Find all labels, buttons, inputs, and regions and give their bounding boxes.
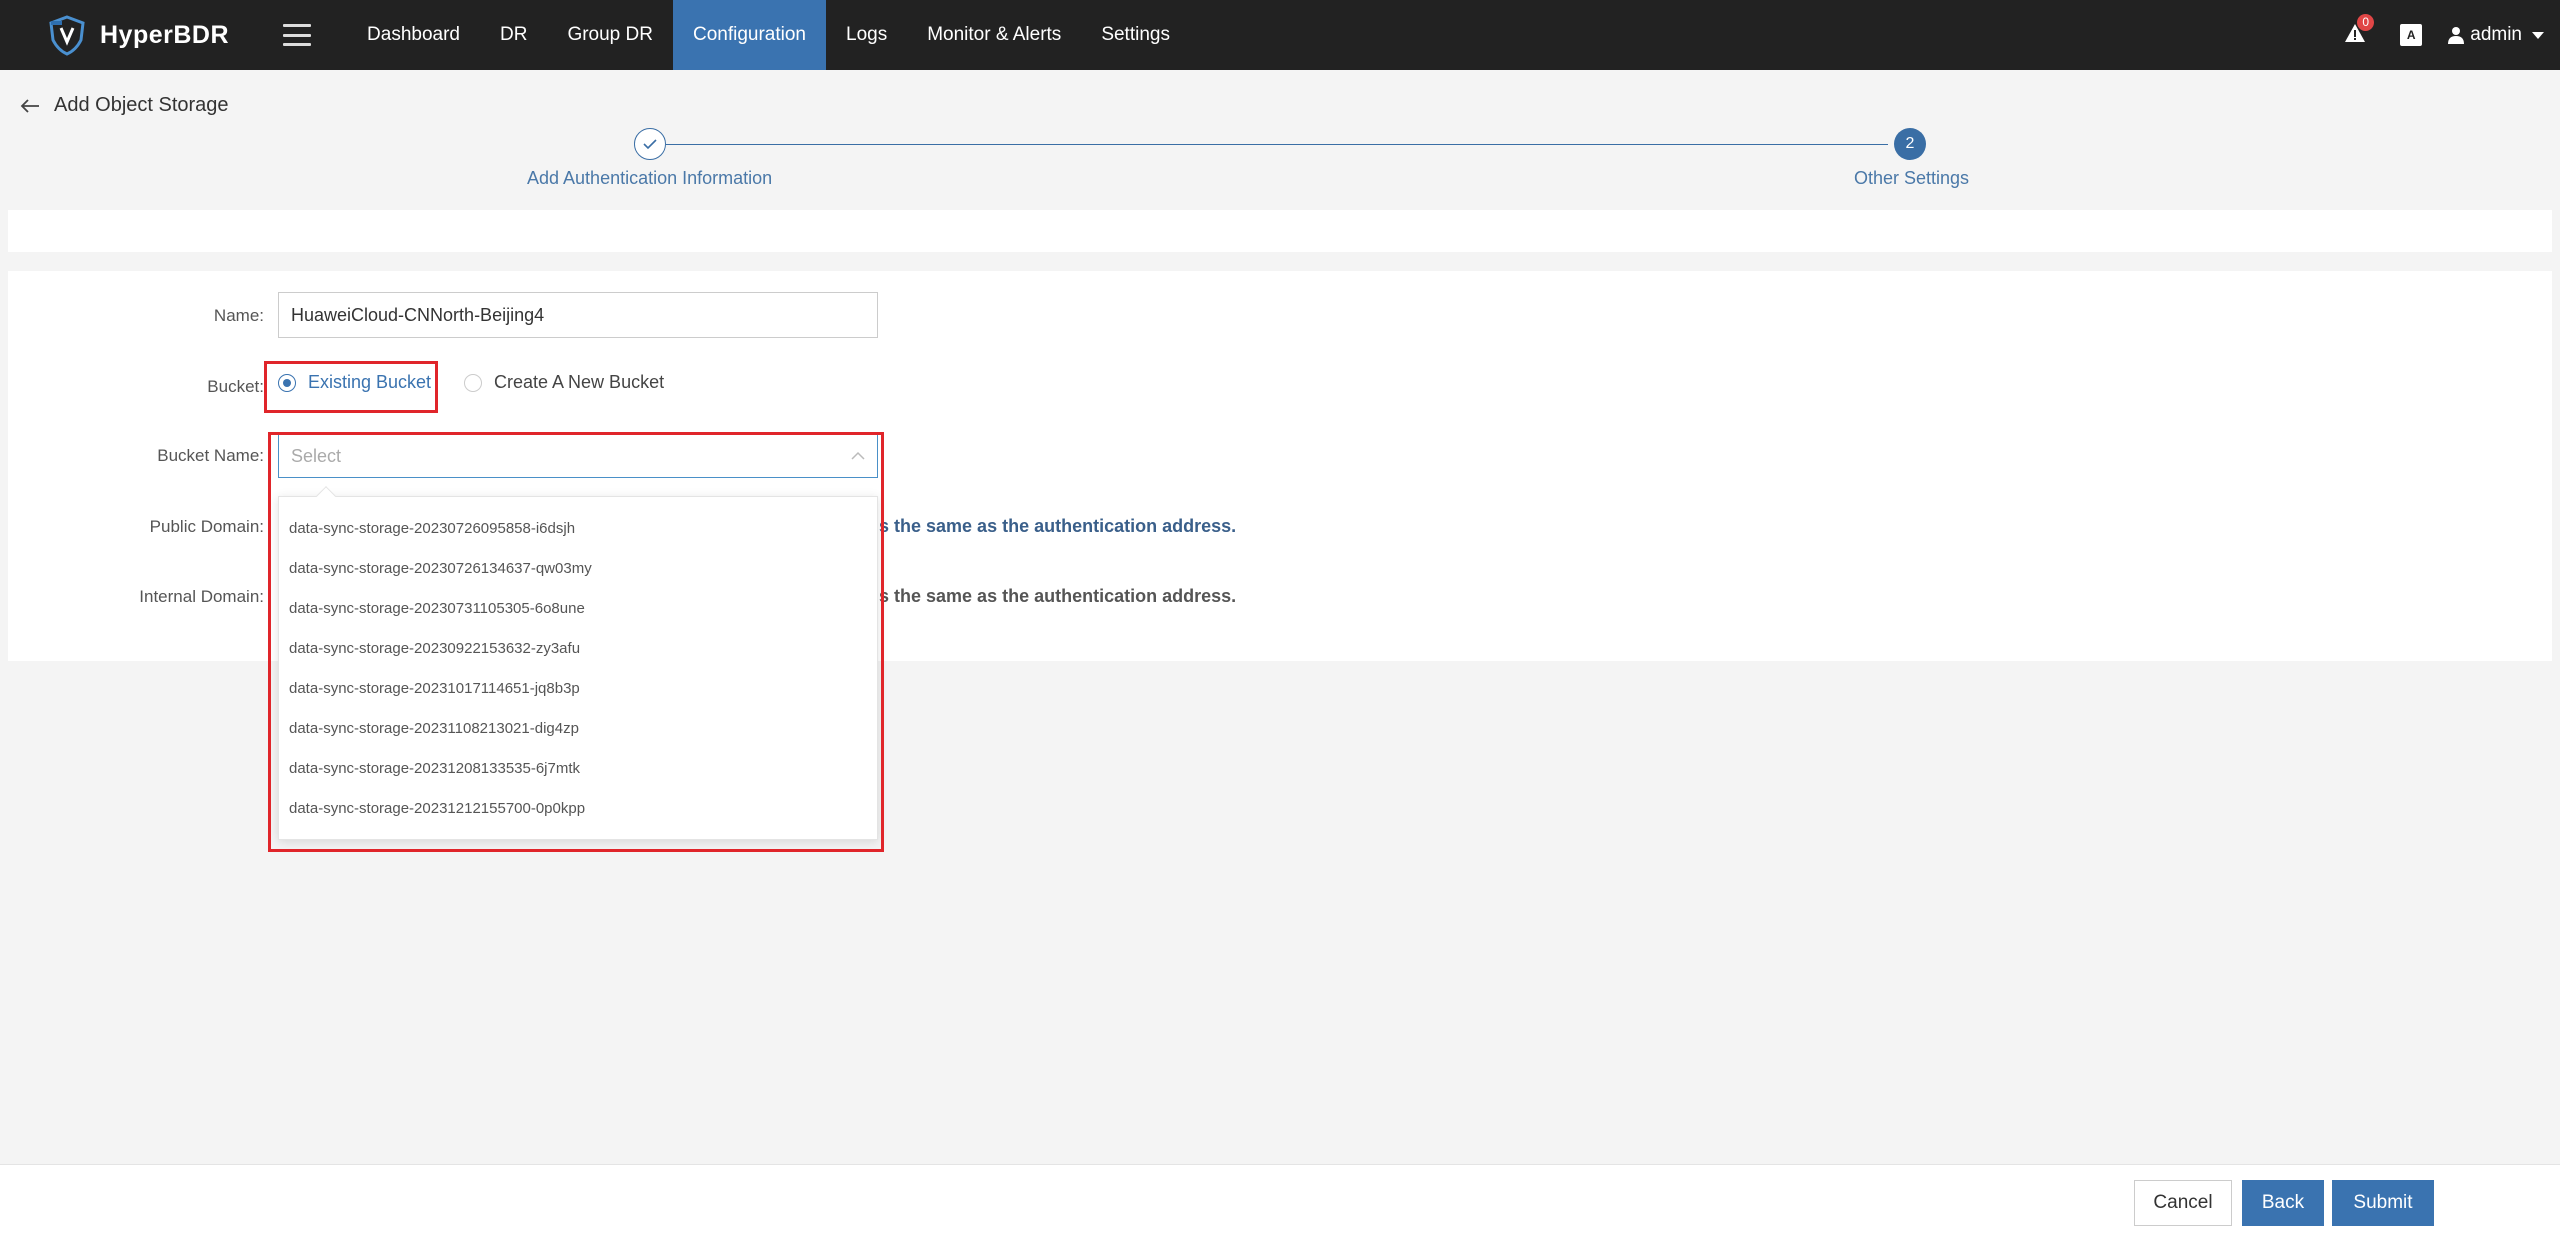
app-name: HyperBDR [100, 20, 230, 49]
step-1-indicator [634, 128, 666, 160]
alert-count-badge: 0 [2357, 14, 2375, 31]
main-nav: Dashboard DR Group DR Configuration Logs… [347, 0, 1190, 70]
step-2-indicator: 2 [1894, 128, 1926, 160]
name-label: Name: [213, 306, 264, 325]
top-right-tools: 0 A admin [2344, 0, 2544, 70]
public-domain-note: is the same as the authentication addres… [874, 516, 1237, 536]
internal-domain-note: is the same as the authentication addres… [874, 586, 1237, 606]
existing-bucket-label: Existing Bucket [308, 372, 432, 392]
alerts-button[interactable]: 0 [2344, 14, 2375, 48]
cancel-button[interactable]: Cancel [2134, 1180, 2232, 1226]
shield-logo-icon [49, 15, 85, 56]
check-icon [643, 139, 657, 150]
page-header: Add Object Storage [20, 94, 229, 117]
new-bucket-label: Create A New Bucket [494, 372, 665, 392]
bucket-name-label: Bucket Name: [157, 446, 264, 465]
top-nav-bar: HyperBDR Dashboard DR Group DR Configura… [0, 0, 2560, 70]
radio-existing-bucket[interactable]: Existing Bucket [278, 372, 431, 393]
back-button[interactable]: Back [2242, 1180, 2324, 1226]
bucket-select-highlight [268, 432, 884, 852]
back-arrow-icon[interactable] [20, 98, 40, 114]
radio-unchecked-icon[interactable] [464, 373, 482, 392]
step-1-label: Add Authentication Information [527, 168, 773, 188]
nav-dr[interactable]: DR [480, 0, 547, 70]
public-domain-label: Public Domain: [149, 517, 264, 536]
info-card [8, 210, 2552, 252]
step-connector [666, 144, 1888, 145]
nav-group-dr[interactable]: Group DR [547, 0, 673, 70]
name-input[interactable]: HuaweiCloud-CNNorth-Beijing4 [278, 292, 878, 338]
nav-configuration[interactable]: Configuration [672, 0, 826, 70]
wizard-steps: 2 Add Authentication Information Other S… [0, 128, 2560, 198]
radio-checked-icon[interactable] [278, 373, 296, 392]
menu-toggle-icon[interactable] [283, 24, 312, 46]
language-icon[interactable]: A [2400, 24, 2423, 46]
user-menu[interactable]: admin [2448, 24, 2544, 46]
radio-new-bucket[interactable]: Create A New Bucket [464, 372, 664, 393]
internal-domain-label: Internal Domain: [139, 587, 264, 606]
chevron-down-icon [2532, 31, 2544, 39]
user-icon [2448, 27, 2465, 44]
submit-button[interactable]: Submit [2332, 1180, 2434, 1226]
nav-monitor-alerts[interactable]: Monitor & Alerts [907, 0, 1081, 70]
nav-logs[interactable]: Logs [826, 0, 907, 70]
app-logo[interactable]: HyperBDR [46, 0, 229, 70]
step-2-label: Other Settings [1854, 168, 1970, 188]
nav-settings[interactable]: Settings [1081, 0, 1190, 70]
username: admin [2470, 24, 2522, 45]
bucket-label: Bucket: [207, 377, 264, 396]
page-title: Add Object Storage [54, 94, 229, 116]
nav-dashboard[interactable]: Dashboard [347, 0, 480, 70]
